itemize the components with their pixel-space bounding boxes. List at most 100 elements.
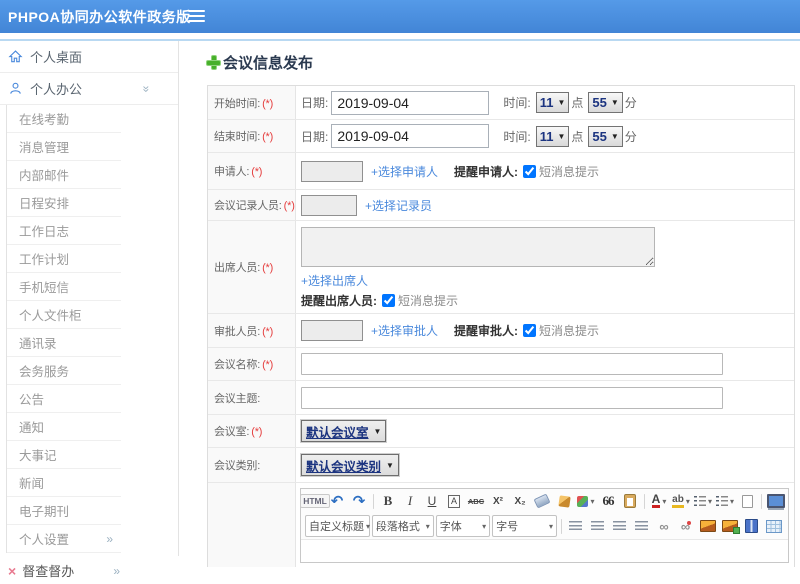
insert-media-icon[interactable]: ▾ (742, 516, 762, 536)
insert-image-icon[interactable]: ▾ (698, 516, 718, 536)
font-color-button[interactable]: A ▾ (649, 491, 669, 511)
format-painter-icon[interactable]: ▾ (576, 491, 596, 511)
sidebar-subitem-label: 通知 (19, 421, 45, 435)
end-date-input[interactable] (331, 124, 490, 148)
link-icon[interactable]: ∞ ▾ (654, 516, 674, 536)
sidebar-subitem[interactable]: 工作计划 (7, 245, 121, 273)
meeting-name-input[interactable] (301, 353, 723, 375)
align-right-icon[interactable]: ▾ (610, 516, 630, 536)
superscript-button[interactable]: X² ▾ (488, 491, 508, 511)
fullscreen-icon[interactable]: ▾ (766, 491, 786, 511)
select-applicant-link[interactable]: +选择申请人 (371, 163, 438, 180)
chevron-down-icon: ▾ (548, 521, 553, 531)
sidebar-subitem[interactable]: 日程安排 (7, 189, 121, 217)
font-family-select[interactable]: 字体 ▾ (435, 515, 491, 537)
font-box-button[interactable]: A ▾ (444, 491, 464, 511)
editor-content-area[interactable] (301, 540, 788, 562)
approver-input[interactable] (301, 320, 363, 341)
attendees-sms-checkbox[interactable] (382, 294, 395, 307)
sidebar-subitem[interactable]: 内部邮件 (7, 161, 121, 189)
sidebar-subitem[interactable]: 手机短信 (7, 273, 121, 301)
sidebar-subitem[interactable]: 公告 (7, 385, 121, 413)
sidebar: 个人桌面 个人办公 » 在线考勤 消息管理 内部邮件 日程安排 工作日志 工作计… (0, 41, 179, 579)
chevron-down-icon: ▾ (685, 496, 690, 506)
sidebar-subitem[interactable]: 大事记 (7, 441, 121, 469)
sidebar-submenu: 在线考勤 消息管理 内部邮件 日程安排 工作日志 工作计划 手机短信 个人文件柜… (6, 105, 121, 525)
undo-icon[interactable]: ↶ ▾ (327, 491, 347, 511)
meeting-category-select[interactable]: 默认会议类别 ▼ (301, 454, 399, 476)
field-label: 会议主题: (214, 392, 261, 405)
sidebar-subitem[interactable]: 会务服务 (7, 357, 121, 385)
custom-title-select[interactable]: 自定义标题 ▾ (305, 515, 370, 537)
strikethrough-button[interactable]: ABC ▾ (466, 491, 486, 511)
start-hour-select[interactable]: 11 ▼ (535, 92, 570, 113)
highlight-color-button[interactable]: ab ▾ (671, 491, 691, 511)
sidebar-subitem-label: 在线考勤 (19, 113, 70, 127)
subscript-button[interactable]: X₂ ▾ (510, 491, 530, 511)
italic-button[interactable]: I ▾ (400, 491, 420, 511)
sidebar-subitem[interactable]: 新闻 (7, 469, 121, 497)
sidebar-subitem[interactable]: 工作日志 (7, 217, 121, 245)
html-source-button[interactable]: HTML ▾ (300, 491, 330, 511)
unlink-icon[interactable]: ∞ ▾ (676, 516, 696, 536)
eraser-icon[interactable]: ▾ (532, 491, 552, 511)
field-label: 出席人员: (*) (214, 262, 274, 274)
sidebar-subitem[interactable]: 电子期刊 (7, 497, 121, 525)
select-approver-link[interactable]: +选择审批人 (371, 322, 438, 339)
toolbar-item[interactable]: ▾ (373, 493, 374, 509)
clean-format-icon[interactable]: ▾ (554, 491, 574, 511)
paste-icon[interactable]: ▾ (620, 491, 640, 511)
align-left-icon[interactable]: ▾ (566, 516, 586, 536)
start-minute-select[interactable]: 55 ▼ (588, 92, 623, 113)
select-attendees-link[interactable]: +选择出席人 (301, 272, 368, 289)
upload-image-icon[interactable]: ▾ (720, 516, 740, 536)
chevron-down-icon: ▾ (425, 521, 430, 531)
start-date-input[interactable] (331, 90, 490, 115)
end-hour-select[interactable]: 11 ▼ (535, 125, 570, 147)
paragraph-format-select[interactable]: 段落格式 ▾ (371, 515, 434, 537)
bold-button[interactable]: B ▾ (378, 491, 398, 511)
approver-sms-checkbox[interactable] (523, 324, 537, 337)
toolbar-item[interactable]: ▾ (560, 518, 562, 534)
sidebar-subitem[interactable]: 通知 (7, 413, 121, 441)
redo-icon[interactable]: ↷ ▾ (349, 491, 369, 511)
end-minute-select[interactable]: 55 ▼ (588, 125, 623, 147)
chevron-down-icon: ▼ (610, 98, 619, 107)
applicant-sms-checkbox[interactable] (523, 164, 537, 178)
underline-button[interactable]: U ▾ (422, 491, 442, 511)
toolbar-item[interactable]: ▾ (644, 493, 645, 509)
sidebar-item-settings[interactable]: 个人设置 » (7, 525, 121, 553)
time-label: 时间: (503, 129, 531, 144)
sidebar-subitem[interactable]: 消息管理 (7, 133, 121, 161)
sidebar-item-office[interactable]: 个人办公 » (0, 73, 178, 105)
new-page-icon[interactable]: ▾ (737, 491, 757, 511)
menu-icon[interactable] (188, 8, 205, 24)
chevron-down-icon: ▼ (557, 98, 566, 107)
chevron-down-icon: ▼ (610, 131, 619, 141)
attendees-textarea[interactable] (301, 227, 655, 267)
chevron-right-icon: » (113, 563, 120, 578)
remind-attendees-label: 提醒出席人员: (301, 294, 377, 308)
meeting-room-select[interactable]: 默认会议室 ▼ (301, 420, 387, 442)
sidebar-subitem[interactable]: 个人文件柜 (7, 301, 121, 329)
row-start-time: 开始时间:(*) 日期: 时间: 11▼ 点 55▼ 分 (208, 86, 794, 120)
sidebar-subitem[interactable]: 在线考勤 (7, 105, 121, 133)
sidebar-subitem[interactable]: 通讯录 (7, 329, 121, 357)
insert-table-icon[interactable]: ▾ (764, 516, 784, 536)
toolbar-item[interactable]: ▾ (761, 493, 762, 509)
align-center-icon[interactable]: ▾ (588, 516, 608, 536)
sidebar-item-supervise[interactable]: × 督查督办 » (0, 557, 178, 584)
blockquote-button[interactable]: 66 ▾ (598, 491, 618, 511)
align-justify-icon[interactable]: ▾ (632, 516, 652, 536)
font-size-select[interactable]: 字号 ▾ (492, 515, 557, 537)
sidebar-item-desktop[interactable]: 个人桌面 (0, 41, 178, 73)
ordered-list-icon[interactable]: ▾ (693, 491, 713, 511)
applicant-input[interactable] (301, 160, 363, 182)
meeting-subject-input[interactable] (301, 386, 723, 409)
sidebar-subitem-label: 电子期刊 (19, 505, 70, 519)
recorder-input[interactable] (301, 194, 357, 216)
unordered-list-icon[interactable]: ▾ (715, 491, 735, 511)
user-icon (10, 82, 21, 94)
sidebar-item-label: 督查督办 (22, 564, 75, 579)
select-recorder-link[interactable]: +选择记录员 (365, 197, 432, 214)
